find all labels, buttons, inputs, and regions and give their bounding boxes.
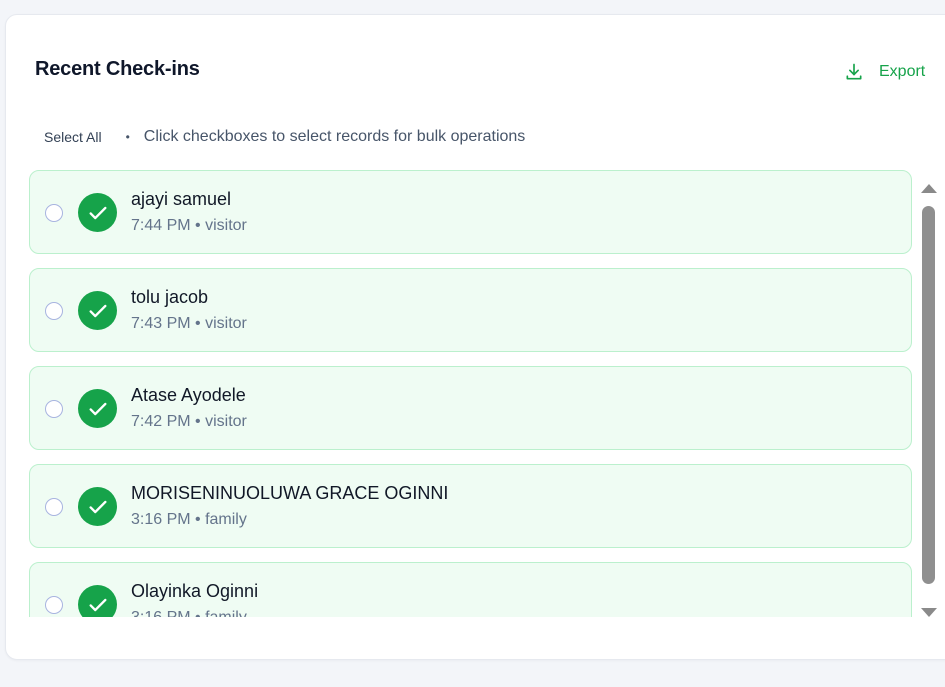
separator-dot: • — [125, 130, 130, 144]
checkin-name: Olayinka Oginni — [131, 581, 259, 601]
select-checkbox[interactable] — [45, 400, 63, 418]
bulk-hint-text: Click checkboxes to select records for b… — [143, 128, 526, 145]
check-circle-icon — [78, 487, 117, 526]
scrollbar-thumb[interactable] — [922, 206, 935, 584]
check-circle-icon — [78, 193, 117, 232]
check-circle-icon — [78, 389, 117, 428]
list-item: Olayinka Oginni 3:16 PM • family — [29, 562, 912, 617]
list-item: ajayi samuel 7:44 PM • visitor — [29, 170, 912, 254]
list-item: tolu jacob 7:43 PM • visitor — [29, 268, 912, 352]
list-item: MORISENINUOLUWA GRACE OGINNI 3:16 PM • f… — [29, 464, 912, 548]
download-icon — [846, 63, 862, 80]
checkin-name: Atase Ayodele — [131, 385, 246, 405]
select-all-button[interactable]: Select All — [44, 129, 102, 145]
checkin-list: ajayi samuel 7:44 PM • visitor tolu jaco… — [29, 156, 912, 617]
checkin-meta: 7:42 PM • visitor — [131, 413, 247, 430]
checkin-name: tolu jacob — [131, 287, 209, 307]
check-circle-icon — [78, 585, 117, 617]
scroll-down-arrow-icon[interactable] — [921, 608, 937, 617]
list-item: Atase Ayodele 7:42 PM • visitor — [29, 366, 912, 450]
checkin-name: ajayi samuel — [131, 189, 232, 209]
export-label: Export — [879, 63, 926, 80]
select-checkbox[interactable] — [45, 204, 63, 222]
checkin-name: MORISENINUOLUWA GRACE OGINNI — [131, 483, 449, 503]
list-scrollbar[interactable] — [915, 166, 943, 632]
checkin-meta: 7:43 PM • visitor — [131, 315, 247, 332]
checkin-meta: 3:16 PM • family — [131, 511, 247, 528]
checkin-meta: 3:16 PM • family — [131, 609, 247, 617]
scroll-up-arrow-icon[interactable] — [921, 184, 937, 193]
checkin-meta: 7:44 PM • visitor — [131, 217, 247, 234]
select-checkbox[interactable] — [45, 596, 63, 614]
check-circle-icon — [78, 291, 117, 330]
export-button[interactable]: Export — [844, 62, 925, 82]
page-title: Recent Check-ins — [35, 58, 200, 80]
select-checkbox[interactable] — [45, 498, 63, 516]
select-checkbox[interactable] — [45, 302, 63, 320]
bulk-toolbar: Select All • Click checkboxes to select … — [44, 128, 525, 146]
